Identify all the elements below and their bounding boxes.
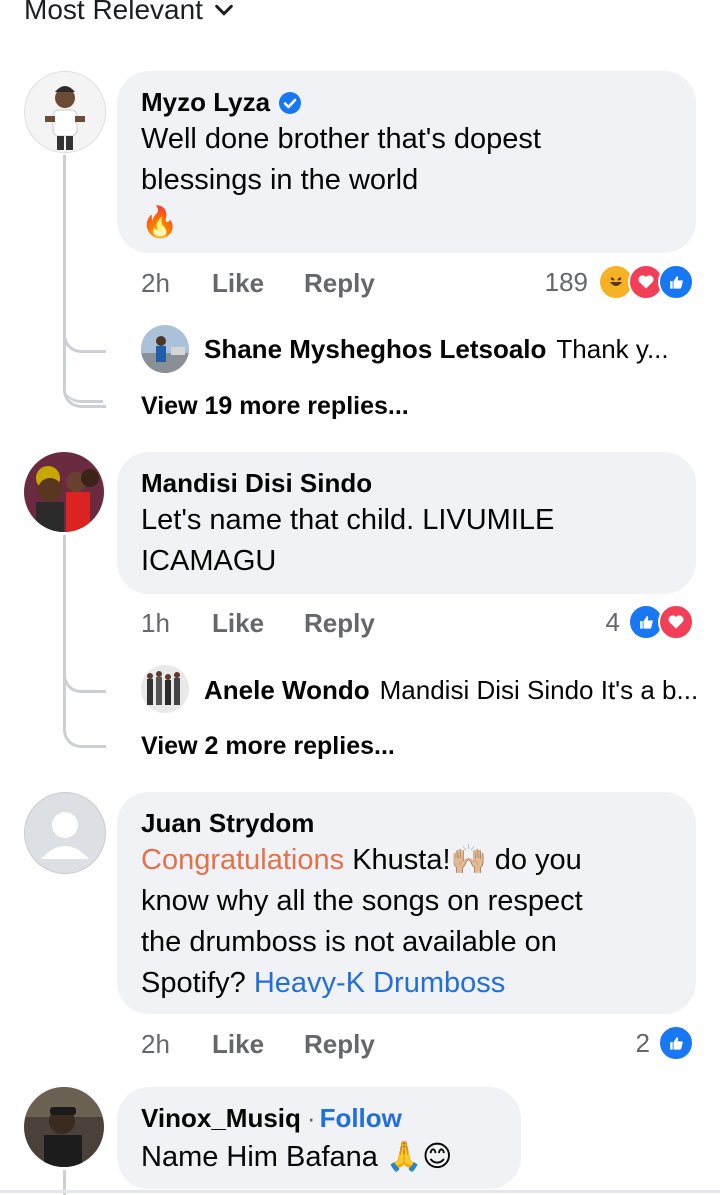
reply-text: Mandisi Disi Sindo It's a b... — [379, 675, 699, 705]
reply-button[interactable]: Reply — [304, 268, 375, 298]
view-more-replies[interactable]: View 2 more replies... — [141, 732, 395, 761]
avatar[interactable] — [141, 325, 189, 373]
reply-button[interactable]: Reply — [304, 608, 375, 638]
comment-bubble[interactable]: Vinox_Musiq · Follow Name Him Bafana 🙏😊 — [117, 1087, 521, 1189]
like-button[interactable]: Like — [212, 608, 264, 638]
like-button[interactable]: Like — [212, 1029, 264, 1059]
mention-link[interactable]: Heavy-K Drumboss — [254, 967, 505, 999]
comment-bubble[interactable]: Mandisi Disi Sindo Let's name that child… — [117, 452, 696, 594]
comment-text: ICAMAGU — [141, 545, 277, 577]
comment-text: know why all the songs on respect — [141, 885, 583, 917]
comment-author[interactable]: Myzo Lyza — [141, 87, 270, 118]
avatar[interactable] — [24, 71, 106, 153]
reply-author[interactable]: Shane Mysheghos Letsoalo — [204, 334, 546, 365]
person-photo — [141, 325, 189, 373]
comment-text: Well done brother that's dopest — [141, 123, 541, 155]
reaction-summary[interactable]: 189 — [545, 264, 694, 300]
default-avatar-icon[interactable] — [24, 792, 106, 874]
verified-badge-icon — [279, 91, 302, 114]
comment-text: Let's name that child. LIVUMILE — [141, 504, 555, 536]
thread-connector — [63, 310, 106, 353]
comment-text: Name Him Bafana — [141, 1141, 378, 1173]
like-button[interactable]: Like — [212, 268, 264, 298]
comment-time[interactable]: 2h — [141, 268, 170, 299]
reply-text: Thank y... — [556, 334, 669, 364]
avatar[interactable] — [141, 665, 189, 713]
avatar[interactable] — [24, 452, 104, 532]
reply-preview[interactable]: Anele Wondo Mandisi Disi Sindo It's a b.… — [204, 675, 698, 706]
comment-text: Khusta!🙌🏼 do you — [344, 844, 582, 876]
chevron-down-icon — [215, 4, 233, 16]
reply-button[interactable]: Reply — [304, 1029, 375, 1059]
comment-author[interactable]: Vinox_Musiq — [141, 1103, 301, 1134]
follow-button[interactable]: Follow — [320, 1103, 402, 1134]
reply-author[interactable]: Anele Wondo — [204, 675, 370, 706]
reaction-count: 189 — [544, 266, 588, 297]
thread-connector — [63, 650, 106, 693]
person-photo — [25, 72, 105, 152]
reaction-count: 2 — [635, 1027, 650, 1058]
hashtag-highlight[interactable]: Congratulations — [141, 844, 344, 876]
comment-author[interactable]: Mandisi Disi Sindo — [141, 468, 372, 499]
person-photo — [24, 1087, 104, 1167]
person-photo — [141, 665, 189, 713]
thread-connector — [63, 705, 106, 748]
comment-text: blessings in the world — [141, 164, 419, 196]
comment-bubble[interactable]: Myzo Lyza Well done brother that's dopes… — [117, 71, 696, 253]
comment-text: the drumboss is not available on — [141, 926, 557, 958]
reaction-count: 4 — [605, 606, 620, 637]
reaction-summary[interactable]: 2 — [636, 1025, 694, 1061]
love-reaction-icon — [658, 604, 694, 640]
fire-emoji: 🔥 — [141, 206, 179, 239]
person-photo — [24, 452, 104, 532]
thread-line — [63, 685, 66, 715]
comment-author[interactable]: Juan Strydom — [141, 808, 314, 839]
like-reaction-icon — [658, 1025, 694, 1061]
comment-time[interactable]: 1h — [141, 608, 170, 639]
avatar[interactable] — [24, 1087, 104, 1167]
comment-text: Spotify? — [141, 967, 246, 999]
thread-connector — [63, 365, 106, 408]
comment-time[interactable]: 2h — [141, 1029, 170, 1060]
comment-bubble[interactable]: Juan Strydom Congratulations Khusta!🙌🏼 d… — [117, 792, 696, 1014]
reaction-summary[interactable]: 4 — [606, 604, 694, 640]
like-reaction-icon — [658, 264, 694, 300]
view-more-replies[interactable]: View 19 more replies... — [141, 392, 409, 421]
separator-dot: · — [306, 1103, 316, 1133]
sort-label: Most Relevant — [24, 0, 203, 25]
emoji-pray-smile: 🙏😊 — [386, 1141, 453, 1173]
sort-dropdown[interactable]: Most Relevant — [24, 0, 235, 26]
reply-preview[interactable]: Shane Mysheghos Letsoalo Thank y... — [204, 334, 669, 365]
bottom-divider — [0, 1190, 720, 1193]
